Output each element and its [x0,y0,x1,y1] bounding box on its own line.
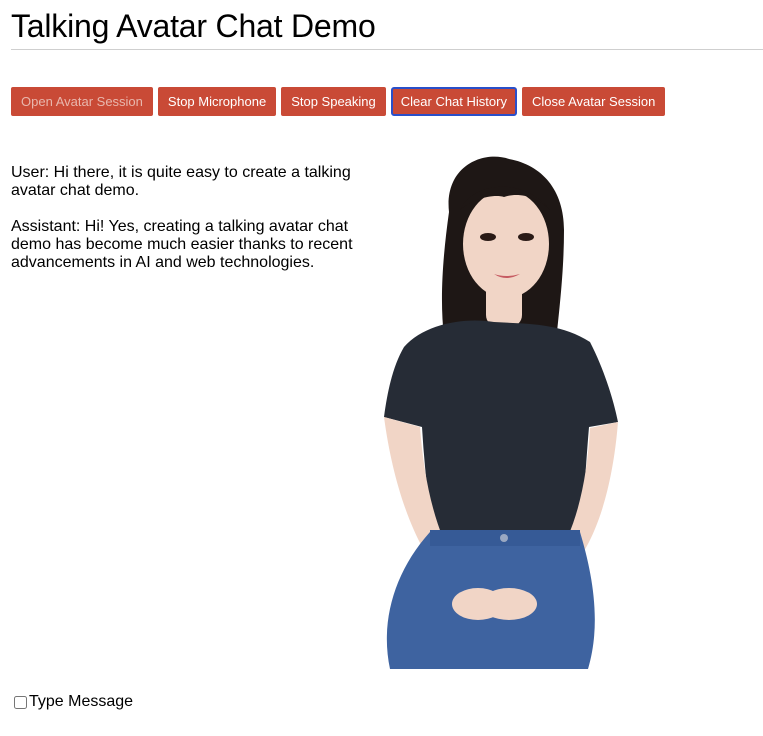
avatar-left-eye [480,233,496,241]
stop-microphone-button[interactable]: Stop Microphone [157,87,277,116]
chat-message-user: User: Hi there, it is quite easy to crea… [11,164,351,199]
title-divider [11,49,763,50]
clear-chat-history-button[interactable]: Clear Chat History [390,87,517,116]
type-message-label: Type Message [29,693,134,710]
toolbar: Open Avatar Session Stop Microphone Stop… [11,87,666,116]
chat-history: User: Hi there, it is quite easy to crea… [11,164,371,290]
type-message-toggle[interactable]: Type Message [14,692,133,712]
page-title: Talking Avatar Chat Demo [11,8,376,44]
avatar-jeans-button [500,534,508,542]
avatar-face [463,190,549,298]
avatar-right-hand [481,588,537,620]
chat-message-assistant: Assistant: Hi! Yes, creating a talking a… [11,218,353,271]
stop-speaking-button[interactable]: Stop Speaking [281,87,386,116]
type-message-checkbox[interactable] [14,695,27,709]
avatar-right-eye [518,233,534,241]
avatar-video [354,152,638,669]
close-avatar-session-button[interactable]: Close Avatar Session [521,87,666,116]
open-avatar-session-button[interactable]: Open Avatar Session [11,87,153,116]
